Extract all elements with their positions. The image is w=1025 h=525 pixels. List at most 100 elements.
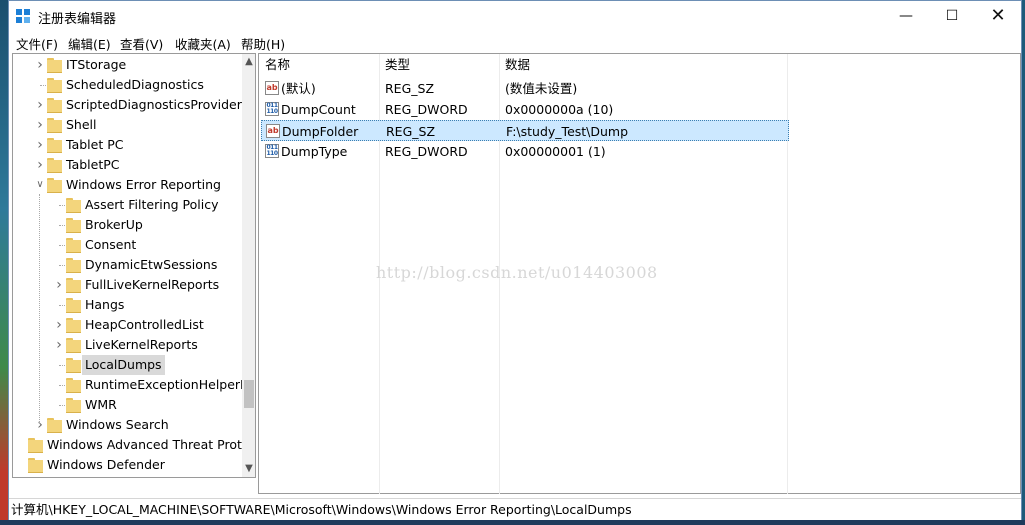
tree-node-label: BrokerUp <box>85 217 143 232</box>
value-data: (数值未设置) <box>505 81 578 96</box>
scroll-thumb[interactable] <box>244 380 254 408</box>
folder-icon <box>47 58 62 73</box>
close-button[interactable]: ✕ <box>975 1 1021 31</box>
tree-node-label: Assert Filtering Policy <box>85 197 219 212</box>
value-data: F:\study_Test\Dump <box>506 124 629 139</box>
scroll-up-arrow-icon[interactable]: ▲ <box>242 54 255 70</box>
tree-node[interactable]: Consent <box>13 235 241 255</box>
tree-node-label: Tablet PC <box>66 137 124 152</box>
folder-icon <box>47 78 62 93</box>
maximize-button[interactable]: ☐ <box>929 1 975 31</box>
column-header-type[interactable]: 类型 <box>379 54 499 76</box>
tree-node[interactable]: › LiveKernelReports <box>13 335 241 355</box>
tree-node-label: RuntimeExceptionHelperMo <box>85 377 256 392</box>
folder-icon <box>47 138 62 153</box>
folder-icon <box>66 378 81 393</box>
value-type: REG_SZ <box>386 124 436 139</box>
tree-node[interactable]: › HeapControlledList <box>13 315 241 335</box>
chevron-down-icon[interactable]: ∨ <box>34 175 46 195</box>
title-bar[interactable]: 注册表编辑器 — ☐ ✕ <box>9 1 1021 31</box>
tree-node[interactable]: Windows Advanced Threat Protec <box>13 435 255 455</box>
folder-icon <box>47 98 62 113</box>
registry-key-tree[interactable]: › ITStorage ScheduledDiagnostics › ScriptedD… <box>12 53 256 478</box>
tree-node[interactable]: ∨ Windows Error Reporting <box>13 175 241 195</box>
tree-node[interactable]: DynamicEtwSessions <box>13 255 241 275</box>
registry-editor-window: 注册表编辑器 — ☐ ✕ 文件(F) 编辑(E) 查看(V) 收藏夹(A) 帮助… <box>8 0 1022 525</box>
tree-node-label: ITStorage <box>66 57 127 72</box>
tree-node-label: WMR <box>85 397 117 412</box>
tree-node-label: Windows Advanced Threat Protec <box>47 437 256 452</box>
tree-node-label: FullLiveKernelReports <box>85 277 220 292</box>
menu-view[interactable]: 查看(V) <box>117 33 166 54</box>
tree-node-label: Windows Defender <box>47 457 165 472</box>
value-name: DumpCount <box>281 102 356 117</box>
tree-node-label: LiveKernelReports <box>85 337 198 352</box>
tree-node[interactable]: ScheduledDiagnostics <box>13 75 241 95</box>
chevron-right-icon[interactable]: › <box>53 315 65 335</box>
tree-node[interactable]: WMR <box>13 395 241 415</box>
scroll-down-arrow-icon[interactable]: ▼ <box>242 461 255 477</box>
tree-node-label: ScheduledDiagnostics <box>66 77 204 92</box>
tree-node-label: Consent <box>85 237 137 252</box>
tree-node-label: ScriptedDiagnosticsProvider <box>66 97 242 112</box>
folder-icon <box>66 238 81 253</box>
chevron-right-icon[interactable]: › <box>34 95 46 115</box>
folder-icon <box>28 438 43 453</box>
tree-node-label: LocalDumps <box>82 355 165 375</box>
column-header-data[interactable]: 数据 <box>499 54 785 76</box>
value-row[interactable]: 011 110 DumpType REG_DWORD 0x00000001 (1) <box>261 141 789 162</box>
folder-icon <box>47 418 62 433</box>
registry-editor-app-icon <box>16 9 31 24</box>
tree-node[interactable]: Assert Filtering Policy <box>13 195 241 215</box>
chevron-right-icon[interactable]: › <box>53 335 65 355</box>
folder-icon <box>66 338 81 353</box>
tree-node[interactable]: › TabletPC <box>13 155 241 175</box>
value-row[interactable]: 011 110 DumpCount REG_DWORD 0x0000000a (10) <box>261 99 789 120</box>
folder-icon <box>66 318 81 333</box>
chevron-right-icon[interactable]: › <box>34 415 46 435</box>
value-data: 0x0000000a (10) <box>505 102 614 117</box>
tree-node-label: TabletPC <box>66 157 120 172</box>
chevron-right-icon[interactable]: › <box>53 275 65 295</box>
menu-help[interactable]: 帮助(H) <box>238 33 288 54</box>
value-row[interactable]: ab (默认) REG_SZ (数值未设置) <box>261 78 789 99</box>
menu-favorites[interactable]: 收藏夹(A) <box>172 33 234 54</box>
value-name: DumpFolder <box>282 124 359 139</box>
watermark-text: http://blog.csdn.net/u014403008 <box>376 263 658 282</box>
folder-icon <box>47 158 62 173</box>
value-type: REG_SZ <box>385 81 435 96</box>
tree-node[interactable]: BrokerUp <box>13 215 241 235</box>
desktop-background-left <box>0 0 8 525</box>
chevron-right-icon[interactable]: › <box>34 135 46 155</box>
tree-node[interactable]: › Windows Search <box>13 415 241 435</box>
folder-icon <box>47 118 62 133</box>
chevron-right-icon[interactable]: › <box>34 115 46 135</box>
tree-node[interactable]: LocalDumps <box>13 355 241 375</box>
tree-node[interactable]: Windows Defender <box>13 455 241 475</box>
menu-bar: 文件(F) 编辑(E) 查看(V) 收藏夹(A) 帮助(H) <box>9 31 1021 52</box>
tree-node[interactable]: › ITStorage <box>13 55 241 75</box>
tree-vertical-scrollbar[interactable]: ▲ ▼ <box>242 54 255 477</box>
folder-icon <box>66 358 81 373</box>
menu-edit[interactable]: 编辑(E) <box>65 33 114 54</box>
tree-node[interactable]: › FullLiveKernelReports <box>13 275 241 295</box>
chevron-right-icon[interactable]: › <box>34 155 46 175</box>
tree-node-label: DynamicEtwSessions <box>85 257 218 272</box>
tree-node[interactable]: › ScriptedDiagnosticsProvider <box>13 95 242 115</box>
minimize-button[interactable]: — <box>883 1 929 31</box>
folder-icon <box>66 198 81 213</box>
value-type: REG_DWORD <box>385 102 468 117</box>
registry-values-list[interactable]: 名称 类型 数据 ab (默认) REG_SZ (数值未设置) 011 110 DumpC… <box>258 53 1021 494</box>
menu-file[interactable]: 文件(F) <box>13 33 61 54</box>
value-row[interactable]: ab DumpFolder REG_SZ F:\study_Test\Dump <box>261 120 789 141</box>
tree-node[interactable]: › Tablet PC <box>13 135 241 155</box>
value-data: 0x00000001 (1) <box>505 144 606 159</box>
window-title: 注册表编辑器 <box>38 12 117 27</box>
string-value-icon: ab <box>265 81 279 95</box>
folder-icon <box>66 298 81 313</box>
chevron-right-icon[interactable]: › <box>34 55 46 75</box>
column-header-name[interactable]: 名称 <box>259 54 379 76</box>
tree-node[interactable]: RuntimeExceptionHelperMo <box>13 375 255 395</box>
tree-node[interactable]: › Shell <box>13 115 241 135</box>
tree-node[interactable]: Hangs <box>13 295 241 315</box>
